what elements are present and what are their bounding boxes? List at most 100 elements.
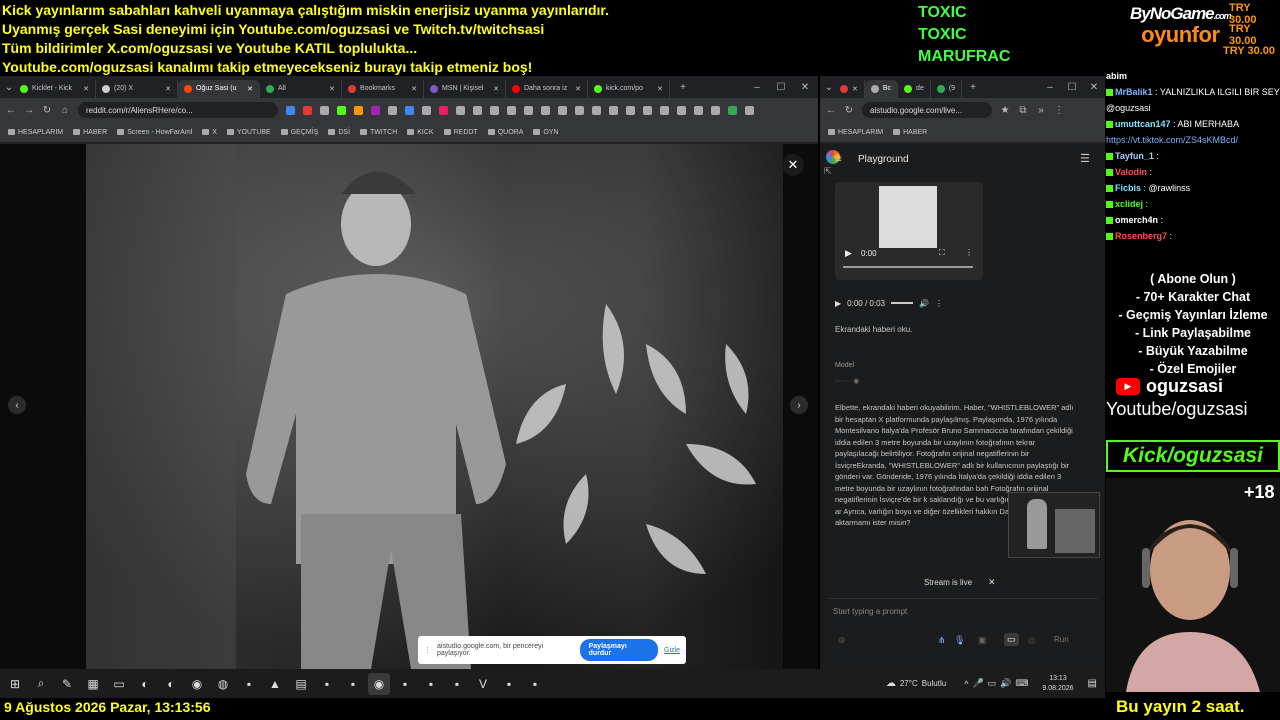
- hide-share-button[interactable]: Gizle: [664, 647, 680, 654]
- stream-status-close-icon[interactable]: ✕: [988, 577, 996, 588]
- edge-icon[interactable]: ◐: [160, 673, 182, 695]
- chat-username[interactable]: Valodin: [1115, 167, 1147, 177]
- extension-icon[interactable]: [660, 105, 669, 115]
- extension-icon[interactable]: [388, 105, 397, 115]
- extension-icon[interactable]: [575, 105, 584, 115]
- pen-icon[interactable]: ✎: [56, 673, 78, 695]
- close-tab-icon[interactable]: ✕: [572, 85, 581, 93]
- app-icon[interactable]: ▪: [342, 673, 364, 695]
- minimize-icon[interactable]: –: [752, 82, 762, 93]
- camera-icon[interactable]: ▣: [978, 635, 987, 646]
- bookmark-item[interactable]: QUORA: [487, 129, 523, 136]
- attach-icon[interactable]: ⊕: [838, 635, 846, 646]
- run-button[interactable]: Run: [1054, 635, 1069, 644]
- tab[interactable]: Daha sonra iz ✕: [506, 79, 588, 98]
- bookmark-item[interactable]: GEÇMİŞ: [280, 129, 318, 136]
- audio-menu-icon[interactable]: ⋮: [935, 299, 943, 308]
- tab[interactable]: de: [898, 79, 931, 98]
- volume-icon[interactable]: 🔊: [919, 299, 929, 308]
- app-icon[interactable]: ▪: [316, 673, 338, 695]
- chat-username[interactable]: umuttcan147: [1115, 119, 1171, 129]
- chat-username[interactable]: Ficbis: [1115, 183, 1141, 193]
- extension-icon[interactable]: [609, 105, 618, 115]
- extension-icon[interactable]: [558, 105, 567, 115]
- new-tab-icon[interactable]: +: [968, 82, 978, 93]
- reload-icon[interactable]: ↻: [42, 105, 52, 116]
- monitor-icon[interactable]: ▭: [108, 673, 130, 695]
- clock[interactable]: 13:13 9.08.2026: [1042, 674, 1073, 694]
- bookmark-folder[interactable]: HABER: [893, 129, 927, 136]
- prompt-input[interactable]: Start typing a prompt: [833, 607, 907, 616]
- language-icon[interactable]: ⌨: [1015, 678, 1028, 689]
- extension-icon[interactable]: [626, 105, 635, 115]
- app-icon[interactable]: ▪: [238, 673, 260, 695]
- chat-username[interactable]: omerch4n: [1115, 215, 1158, 225]
- sidebar-toggle-icon[interactable]: ≡: [836, 154, 842, 165]
- tray-overflow-icon[interactable]: ^: [964, 679, 968, 689]
- mic-icon[interactable]: 🎙: [954, 635, 965, 646]
- extension-icon[interactable]: [541, 105, 550, 115]
- edge-icon[interactable]: ◐: [134, 673, 156, 695]
- chat-username[interactable]: abim: [1106, 71, 1127, 81]
- note-icon[interactable]: ▤: [290, 673, 312, 695]
- maximize-icon[interactable]: ☐: [776, 82, 786, 93]
- bookmark-item[interactable]: HABER: [73, 129, 107, 136]
- start-icon[interactable]: ⊞: [4, 673, 26, 695]
- bookmark-item[interactable]: OYN: [533, 129, 559, 136]
- camera-icon[interactable]: ◉: [186, 673, 208, 695]
- more-icon[interactable]: »: [1036, 105, 1046, 116]
- extension-icon[interactable]: [592, 105, 601, 115]
- back-icon[interactable]: ←: [826, 105, 836, 116]
- search-icon[interactable]: ⌕: [30, 673, 52, 695]
- triangle-icon[interactable]: ▲: [264, 673, 286, 695]
- reload-icon[interactable]: ↻: [844, 105, 854, 116]
- extension-icon[interactable]: [456, 105, 465, 115]
- maximize-icon[interactable]: ☐: [1067, 82, 1077, 93]
- tab[interactable]: (20) X ✕: [96, 79, 178, 98]
- play-icon[interactable]: ▶: [835, 299, 841, 308]
- extension-icon[interactable]: [320, 105, 329, 115]
- tab[interactable]: Bookmarks ✕: [342, 79, 424, 98]
- chat-username[interactable]: Tayfun_1: [1115, 151, 1154, 161]
- tab[interactable]: (9: [931, 79, 963, 98]
- app-icon[interactable]: ▪: [420, 673, 442, 695]
- volume-icon[interactable]: 🔊: [1000, 678, 1011, 689]
- chrome-alt-icon[interactable]: ◍: [212, 673, 234, 695]
- mic-tray-icon[interactable]: 🎤: [972, 678, 983, 689]
- chat-username[interactable]: Rosenberg7: [1115, 231, 1167, 241]
- open-external-icon[interactable]: ⇱: [824, 166, 832, 177]
- bookmark-item[interactable]: X: [202, 129, 217, 136]
- address-bar[interactable]: reddit.com/r/AliensRHere/co...: [78, 102, 278, 118]
- new-tab-icon[interactable]: +: [678, 82, 688, 93]
- close-window-icon[interactable]: ✕: [1089, 82, 1099, 93]
- weather-desc[interactable]: Bulutlu: [922, 679, 946, 688]
- settings-tune-icon[interactable]: ☰: [1080, 152, 1090, 165]
- extension-icon[interactable]: [524, 105, 533, 115]
- extension-icon[interactable]: [371, 105, 380, 115]
- extension-icon[interactable]: [422, 105, 431, 115]
- bookmark-folder[interactable]: HESAPLARIM: [828, 129, 883, 136]
- audio-progress[interactable]: [890, 302, 913, 304]
- chat-username[interactable]: MrBalik1: [1115, 87, 1153, 97]
- extension-icon[interactable]: [677, 105, 686, 115]
- close-lightbox-button[interactable]: ✕: [782, 154, 804, 176]
- screen-share-icon[interactable]: ▭: [1004, 633, 1019, 646]
- extension-icon[interactable]: [439, 105, 448, 115]
- waveform-icon[interactable]: ⋔: [938, 635, 946, 646]
- video-menu-icon[interactable]: ⋮: [965, 248, 973, 257]
- close-tab-icon[interactable]: ✕: [326, 85, 335, 93]
- notifications-icon[interactable]: ▤: [1088, 678, 1097, 689]
- extensions-icon[interactable]: ⧉: [1018, 105, 1028, 116]
- chat-username[interactable]: xclidej: [1115, 199, 1143, 209]
- menu-icon[interactable]: ⋮: [1054, 105, 1064, 116]
- tab[interactable]: MSN | Kişisel ✕: [424, 79, 506, 98]
- extension-icon[interactable]: [337, 105, 346, 115]
- tab-search-icon[interactable]: ⌄: [4, 82, 14, 93]
- bookmark-item[interactable]: DSİ: [328, 129, 350, 136]
- folder-icon[interactable]: ▦: [82, 673, 104, 695]
- stop-sharing-button[interactable]: Paylaşmayı durdur: [579, 639, 659, 661]
- app-icon[interactable]: ▪: [446, 673, 468, 695]
- tab[interactable]: Bc: [864, 79, 899, 98]
- tab[interactable]: All ✕: [260, 79, 342, 98]
- extension-icon[interactable]: [473, 105, 482, 115]
